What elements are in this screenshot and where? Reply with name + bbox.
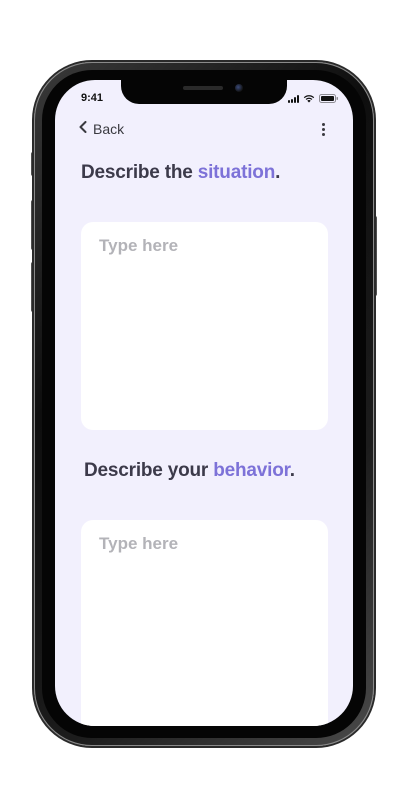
behavior-accent-word: behavior xyxy=(213,460,290,481)
situation-accent-word: situation xyxy=(197,162,276,183)
back-label: Back xyxy=(93,121,125,137)
battery-icon xyxy=(319,94,339,103)
behavior-heading: Describe your behavior. xyxy=(84,460,295,481)
situation-heading: Describe the situation. xyxy=(81,162,281,183)
back-button[interactable]: Back xyxy=(79,120,124,138)
device-mockup: 9:41 Back Describe the situation. Type h… xyxy=(0,0,402,806)
wifi-icon xyxy=(303,94,315,103)
more-vertical-icon xyxy=(321,122,325,126)
situation-input[interactable] xyxy=(99,236,310,416)
signal-icon xyxy=(288,95,299,103)
behavior-card xyxy=(81,520,328,726)
more-options-button[interactable] xyxy=(317,120,329,138)
situation-card xyxy=(81,222,328,430)
chevron-left-icon xyxy=(79,120,87,138)
notch xyxy=(121,80,287,104)
status-time: 9:41 xyxy=(81,92,104,104)
app-screen: 9:41 Back Describe the situation. Type h… xyxy=(55,80,353,726)
speaker-grille xyxy=(183,86,223,90)
status-icons xyxy=(288,93,339,103)
behavior-input[interactable] xyxy=(99,534,310,726)
front-camera xyxy=(235,84,243,92)
